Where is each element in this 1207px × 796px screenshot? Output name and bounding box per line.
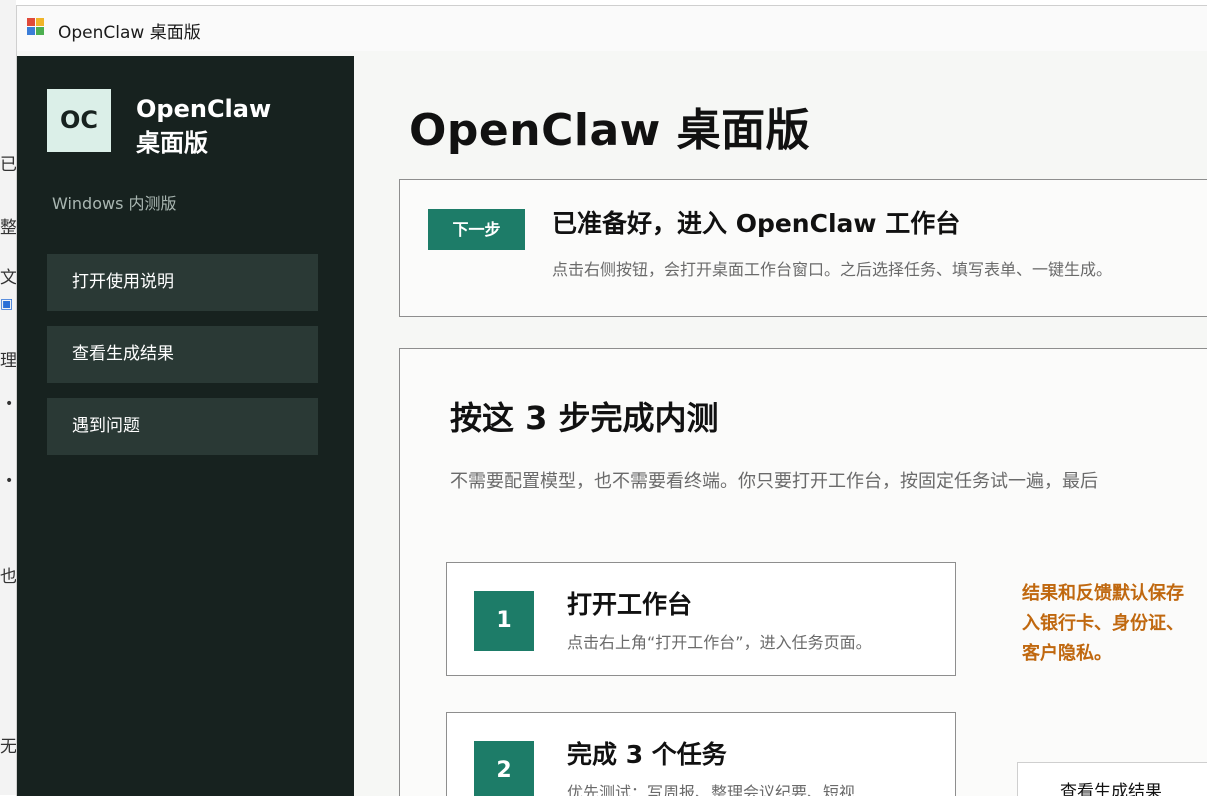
brand-line2: 桌面版 (136, 129, 208, 157)
step-title: 打开工作台 (567, 590, 693, 619)
bg-bullet: • (5, 396, 14, 412)
next-step-card: 下一步 已准备好，进入 OpenClaw 工作台 点击右侧按钮，会打开桌面工作台… (399, 179, 1207, 317)
step-number: 1 (474, 591, 534, 651)
next-step-description: 点击右侧按钮，会打开桌面工作台窗口。之后选择任务、填写表单、一键生成。 (552, 260, 1113, 279)
bg-text: 整 (0, 218, 17, 238)
step-description: 点击右上角“打开工作台”，进入任务页面。 (567, 633, 872, 652)
main-content: OpenClaw 桌面版 下一步 已准备好，进入 OpenClaw 工作台 点击… (354, 56, 1207, 796)
steps-heading: 按这 3 步完成内测 (450, 399, 719, 437)
privacy-notice: 结果和反馈默认保存 入银行卡、身份证、 客户隐私。 (1022, 579, 1207, 669)
app-icon (27, 18, 45, 36)
steps-description: 不需要配置模型，也不需要看终端。你只要打开工作台，按固定任务试一遍，最后 (450, 471, 1098, 492)
bg-bullet: • (5, 473, 14, 489)
next-step-badge: 下一步 (428, 209, 525, 250)
step-card-1[interactable]: 1 打开工作台 点击右上角“打开工作台”，进入任务页面。 (446, 562, 956, 676)
view-results-main-button[interactable]: 查看生成结果 (1017, 762, 1207, 796)
bg-text: 文 (0, 268, 17, 288)
step-card-2[interactable]: 2 完成 3 个任务 优先测试：写周报、整理会议纪要、短视... (446, 712, 956, 796)
next-step-heading: 已准备好，进入 OpenClaw 工作台 (552, 209, 961, 238)
background-window: 已 整 文 ▣ 理 • • 也 无 (0, 0, 17, 795)
edition-label: Windows 内测版 (52, 194, 177, 213)
brand-line1: OpenClaw (136, 95, 272, 123)
bg-text: 无 (0, 737, 17, 757)
brand-name: OpenClaw 桌面版 (136, 92, 271, 160)
title-bar[interactable]: OpenClaw 桌面版 (17, 6, 1207, 51)
window-title: OpenClaw 桌面版 (58, 23, 201, 43)
bg-text: 理 (0, 351, 17, 371)
page-title: OpenClaw 桌面版 (409, 105, 811, 156)
view-results-button[interactable]: 查看生成结果 (47, 326, 318, 383)
bg-text: 也 (0, 567, 17, 587)
step-description: 优先测试：写周报、整理会议纪要、短视... (567, 783, 871, 796)
bg-icon: ▣ (0, 296, 14, 312)
report-problem-button[interactable]: 遇到问题 (47, 398, 318, 455)
notice-line: 结果和反馈默认保存 (1022, 583, 1184, 604)
notice-line: 客户隐私。 (1022, 643, 1112, 664)
app-window: OpenClaw 桌面版 OC OpenClaw 桌面版 Windows 内测版… (16, 5, 1207, 796)
notice-line: 入银行卡、身份证、 (1022, 613, 1184, 634)
step-number: 2 (474, 741, 534, 796)
open-guide-button[interactable]: 打开使用说明 (47, 254, 318, 311)
step-title: 完成 3 个任务 (567, 740, 727, 769)
steps-card: 按这 3 步完成内测 不需要配置模型，也不需要看终端。你只要打开工作台，按固定任… (399, 348, 1207, 796)
sidebar: OC OpenClaw 桌面版 Windows 内测版 打开使用说明 查看生成结… (17, 56, 354, 796)
logo: OC (47, 89, 111, 152)
bg-text: 已 (0, 155, 17, 175)
